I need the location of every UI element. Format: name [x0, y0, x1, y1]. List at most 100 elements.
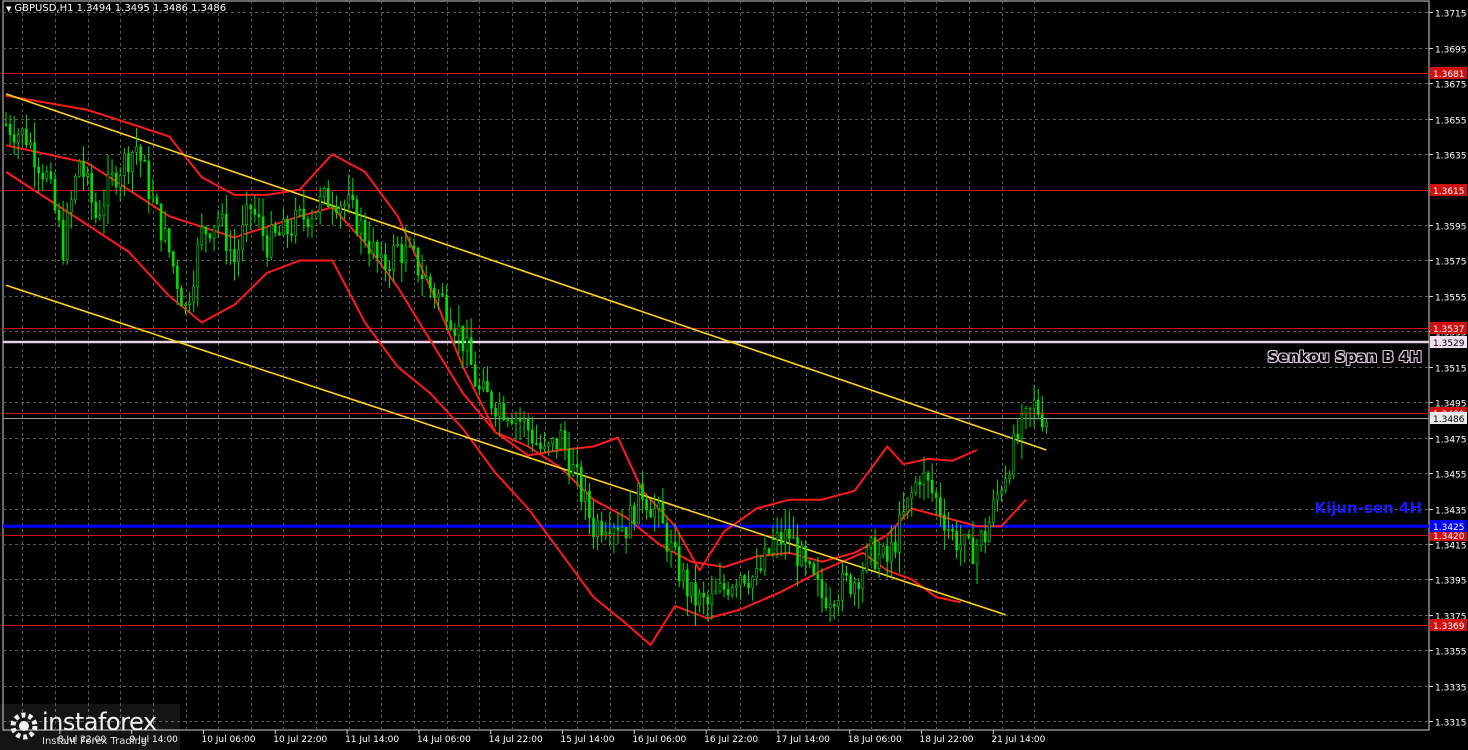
candle-body	[624, 527, 628, 539]
candle-body	[131, 152, 134, 172]
candle-body	[592, 517, 595, 538]
candle-body	[714, 590, 718, 594]
candle-body	[702, 592, 705, 598]
candle-body	[1012, 433, 1016, 476]
candle-body	[535, 442, 538, 445]
candle-body	[225, 213, 228, 251]
candle-body	[808, 561, 812, 565]
candle-body	[82, 160, 85, 177]
candle-body	[979, 531, 983, 546]
candle-body	[229, 249, 232, 251]
candle-body	[433, 287, 436, 298]
y-tick-label: 1.3455	[1435, 471, 1467, 481]
candle-body	[669, 542, 673, 552]
candle-body	[461, 325, 465, 352]
candle-body	[155, 196, 159, 205]
candles	[4, 112, 1048, 627]
candle-body	[151, 196, 155, 200]
candle-body	[29, 142, 32, 146]
candle-body	[94, 201, 98, 219]
candle-body	[192, 286, 195, 303]
candle-body	[673, 542, 677, 548]
y-tick-label: 1.3315	[1435, 719, 1467, 729]
x-tick-label: 17 Jul 14:00	[776, 735, 830, 745]
candle-body	[571, 464, 575, 476]
candle-body	[975, 544, 979, 565]
candle-body	[653, 508, 657, 518]
price-chart[interactable]: 1.3715 1.3695 1.3675 1.3655 1.3635 1.3615 1.35…	[0, 0, 1468, 750]
candle-body	[608, 532, 612, 534]
candle-body	[143, 160, 147, 162]
current-price-label: 1.3486	[1433, 415, 1465, 425]
x-tick-label: 18 Jul 22:00	[920, 735, 974, 745]
candle-body	[445, 294, 448, 321]
channel-lower	[5, 284, 1006, 616]
candle-body	[877, 554, 881, 570]
y-tick-label: 1.3515	[1435, 365, 1467, 375]
candle-body	[820, 579, 824, 599]
candle-body	[41, 172, 45, 180]
candle-body	[110, 172, 114, 175]
y-tick-label: 1.3655	[1435, 117, 1467, 127]
candle-body	[934, 492, 938, 498]
y-tick-label: 1.3415	[1435, 542, 1467, 552]
y-tick-label: 1.3635	[1435, 152, 1467, 162]
candle-body	[253, 208, 257, 215]
candle-body	[335, 206, 338, 214]
senkou-label: 1.3529	[1433, 339, 1465, 349]
kijun-sen-label: Kijun-sen 4H	[1314, 499, 1422, 517]
candle-body	[380, 254, 383, 259]
candle-body	[837, 600, 840, 607]
candle-body	[339, 205, 342, 214]
x-tick-label: 16 Jul 22:00	[704, 735, 758, 745]
x-tick-label: 21 Jul 14:00	[991, 735, 1045, 745]
candle-body	[767, 548, 771, 554]
candle-body	[510, 419, 514, 424]
candle-body	[775, 532, 779, 540]
candle-body	[575, 464, 579, 468]
candle-body	[237, 249, 240, 263]
candle-body	[726, 588, 730, 596]
dropdown-triangle-icon[interactable]: ▼	[6, 5, 11, 13]
candle-body	[412, 245, 416, 249]
candle-body	[106, 174, 110, 207]
candle-body	[604, 532, 608, 536]
candle-body	[955, 530, 958, 551]
candle-body	[641, 483, 644, 500]
candle-body	[327, 188, 330, 208]
y-tick-label: 1.3695	[1435, 46, 1467, 56]
candle-body	[441, 293, 444, 296]
candle-body	[710, 593, 714, 605]
candle-body	[359, 219, 363, 235]
candle-body	[751, 576, 754, 589]
candle-body	[885, 545, 889, 562]
x-tick-label: 14 Jul 22:00	[489, 735, 543, 745]
candle-body	[98, 215, 102, 219]
candle-body	[800, 545, 803, 567]
candle-body	[947, 529, 950, 531]
candle-body	[898, 514, 901, 553]
candle-body	[310, 218, 314, 228]
candle-body	[967, 534, 971, 538]
candle-body	[347, 194, 351, 205]
candle-body	[135, 146, 138, 153]
candle-body	[184, 304, 187, 307]
candle-body	[747, 582, 750, 589]
candle-body	[408, 245, 412, 248]
candle-body	[86, 172, 89, 177]
candle-body	[649, 509, 652, 518]
candle-body	[926, 472, 930, 481]
candle-body	[983, 531, 987, 543]
candle-body	[102, 205, 106, 217]
candle-body	[257, 214, 261, 218]
candle-body	[832, 604, 836, 607]
y-tick-label: 1.3475	[1435, 436, 1467, 446]
candle-body	[502, 403, 506, 421]
candle-body	[771, 539, 775, 554]
candle-body	[555, 438, 559, 450]
candle-body	[992, 499, 995, 523]
candle-body	[241, 224, 244, 251]
chart-grid	[2, 0, 1430, 731]
candle-body	[302, 208, 306, 220]
candle-body	[743, 575, 746, 584]
